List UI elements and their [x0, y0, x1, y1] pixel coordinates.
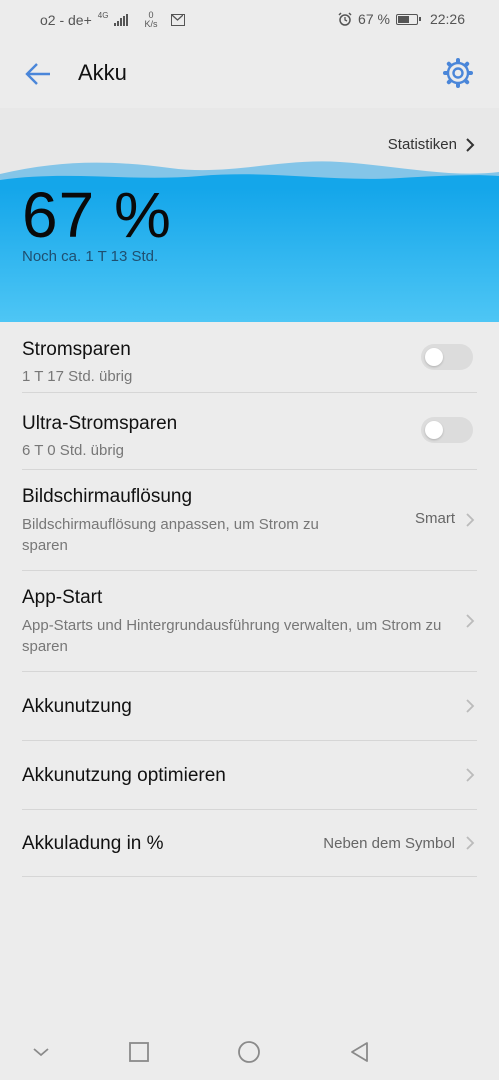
chevron-down-icon[interactable] — [31, 1042, 51, 1062]
screen-resolution-title: Bildschirmauflösung — [22, 486, 193, 507]
optimize-row[interactable]: Akkunutzung optimieren — [22, 741, 477, 810]
power-saving-title: Stromsparen — [22, 339, 131, 360]
status-bar: o2 - de+ 4G 0 K/s 67 % 22:26 — [0, 0, 499, 42]
battery-remaining: Noch ca. 1 T 13 Std. — [22, 248, 159, 265]
net-speed: 0 K/s — [144, 11, 157, 29]
recent-apps-icon[interactable] — [128, 1041, 150, 1063]
navigation-bar — [0, 1026, 499, 1080]
screen-resolution-value: Smart — [414, 510, 455, 527]
clock: 22:26 — [429, 11, 465, 27]
screen-resolution-subtitle: Bildschirmauflösung anpassen, um Strom z… — [22, 516, 319, 554]
screen-resolution-row[interactable]: Bildschirmauflösung Bildschirmauflösung … — [22, 470, 477, 571]
battery-icon — [395, 13, 421, 25]
battery-usage-row[interactable]: Akkunutzung — [22, 672, 477, 741]
battery-percent-label: 67 % — [358, 11, 390, 27]
statistics-label: Statistiken — [387, 136, 457, 153]
toggle-knob — [425, 421, 443, 439]
carrier-label: o2 - de+ — [40, 12, 92, 28]
alarm-icon — [338, 12, 352, 26]
mail-notification-icon — [171, 14, 186, 26]
power-saving-subtitle: 1 T 17 Std. übrig — [22, 368, 133, 385]
optimize-title: Akkunutzung optimieren — [22, 765, 226, 786]
chevron-right-icon — [466, 137, 475, 152]
signal-icon — [114, 14, 129, 26]
arrow-left-icon[interactable] — [22, 58, 54, 90]
percentage-row[interactable]: Akkuladung in % Neben dem Symbol — [22, 810, 477, 877]
power-saving-row[interactable]: Stromsparen 1 T 17 Std. übrig — [22, 322, 477, 393]
percentage-value: Neben dem Symbol — [323, 835, 455, 852]
home-icon[interactable] — [237, 1040, 261, 1064]
chevron-right-icon — [466, 513, 475, 527]
battery-hero: Statistiken 67 % Noch ca. 1 T 13 Std. — [0, 108, 499, 322]
battery-percent: 67 % — [22, 179, 172, 251]
chevron-right-icon — [466, 699, 475, 713]
net-speed-unit: K/s — [144, 19, 158, 29]
chevron-right-icon — [466, 614, 475, 628]
gear-icon[interactable] — [443, 58, 473, 88]
app-start-subtitle: App-Starts und Hintergrundausführung ver… — [22, 617, 442, 655]
battery-usage-title: Akkunutzung — [22, 696, 132, 717]
chevron-right-icon — [466, 836, 475, 850]
power-saving-toggle[interactable] — [421, 344, 473, 370]
app-bar: Akku — [0, 42, 499, 106]
app-start-row[interactable]: App-Start App-Starts und Hintergrundausf… — [22, 571, 477, 672]
percentage-title: Akkuladung in % — [22, 833, 164, 854]
toggle-knob — [425, 348, 443, 366]
app-start-title: App-Start — [22, 587, 103, 608]
battery-settings-list: Stromsparen 1 T 17 Std. übrig Ultra-Stro… — [0, 322, 499, 877]
ultra-power-saving-title: Ultra-Stromsparen — [22, 413, 178, 434]
chevron-right-icon — [466, 768, 475, 782]
back-triangle-icon[interactable] — [349, 1041, 371, 1063]
statistics-link[interactable]: Statistiken — [388, 136, 475, 153]
ultra-power-saving-toggle[interactable] — [421, 417, 473, 443]
network-type-label: 4G — [97, 10, 109, 20]
ultra-power-saving-subtitle: 6 T 0 Std. übrig — [22, 442, 125, 459]
ultra-power-saving-row[interactable]: Ultra-Stromsparen 6 T 0 Std. übrig — [22, 393, 477, 470]
page-title: Akku — [78, 60, 127, 85]
